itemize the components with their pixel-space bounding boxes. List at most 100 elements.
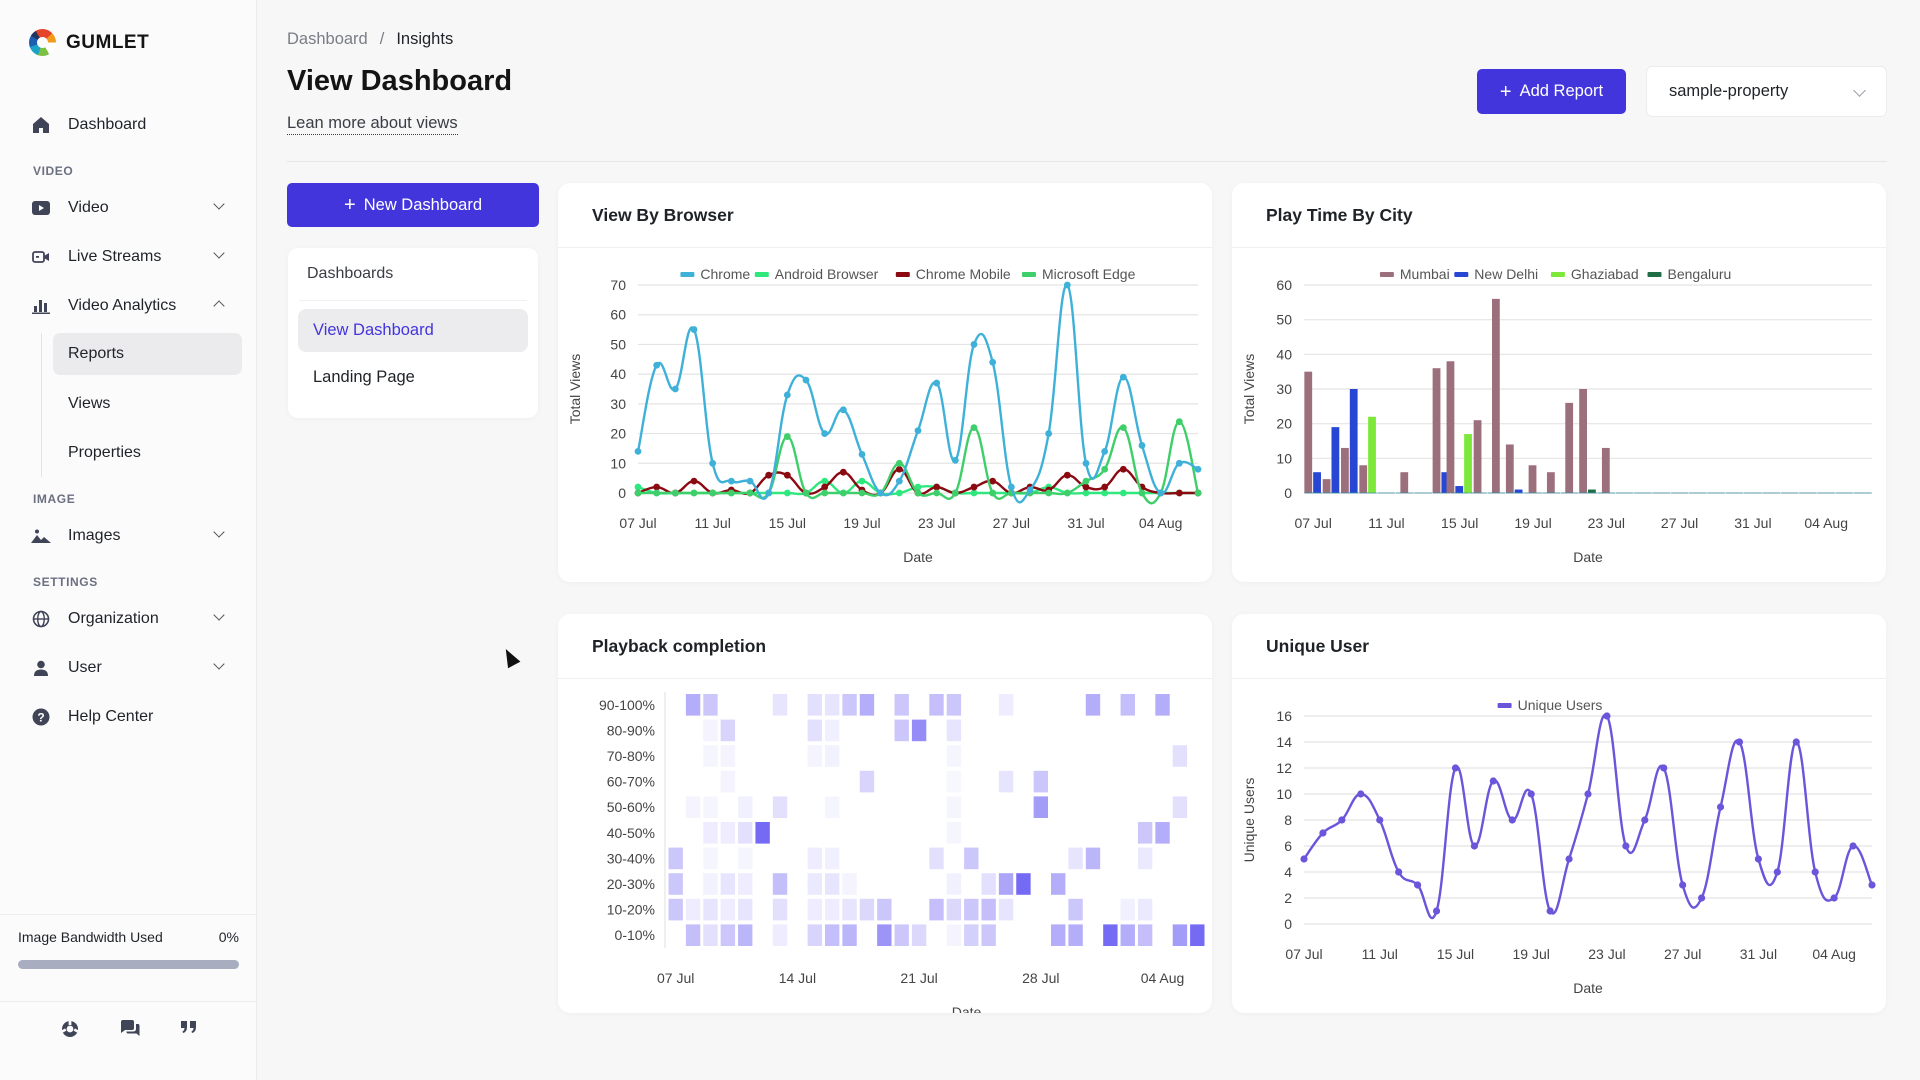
- data-point: [970, 489, 978, 497]
- support-icon[interactable]: [61, 1020, 79, 1043]
- data-point: [802, 376, 810, 384]
- y-tick-label: 10-20%: [607, 902, 655, 918]
- bar-chart-icon: [31, 296, 51, 316]
- video-play-icon: [31, 198, 51, 218]
- x-tick-label: 15 Jul: [1437, 946, 1474, 962]
- data-point: [933, 483, 941, 491]
- home-icon: [31, 115, 51, 135]
- sidebar-subitem-views[interactable]: Views: [42, 379, 257, 428]
- legend-label: Microsoft Edge: [1042, 266, 1136, 282]
- x-tick-label: 04 Aug: [1139, 515, 1183, 531]
- legend-label: Ghaziabad: [1571, 266, 1639, 282]
- heatmap-cell: [964, 924, 979, 946]
- heatmap-cell: [720, 745, 736, 767]
- heatmap-cell: [877, 924, 892, 946]
- data-point: [1119, 424, 1127, 432]
- y-tick-label: 50: [1276, 312, 1292, 328]
- data-point: [653, 361, 661, 369]
- bar-new-delhi: [1331, 427, 1340, 493]
- heatmap-cell: [946, 924, 962, 946]
- breadcrumb-insights: Insights: [396, 30, 454, 48]
- property-select[interactable]: sample-property: [1646, 66, 1887, 117]
- data-point: [1300, 855, 1308, 863]
- bar-mumbai: [1400, 472, 1409, 493]
- data-point: [1792, 738, 1800, 746]
- data-point: [802, 489, 810, 497]
- heatmap-cell: [946, 770, 962, 793]
- learn-more-link[interactable]: Lean more about views: [287, 114, 458, 135]
- x-axis-title: Date: [1573, 980, 1603, 996]
- sidebar-item-images[interactable]: Images: [0, 511, 257, 560]
- dashboard-item-landing-page[interactable]: Landing Page: [298, 356, 528, 399]
- dashboard-item-view-dashboard[interactable]: View Dashboard: [298, 309, 528, 352]
- x-tick-label: 23 Jul: [1588, 515, 1625, 531]
- data-point: [839, 406, 847, 414]
- sidebar-item-help-center[interactable]: ? Help Center: [0, 692, 257, 741]
- breadcrumb-dashboard[interactable]: Dashboard: [287, 30, 368, 49]
- heatmap-cell: [911, 719, 927, 742]
- sidebar-item-organization[interactable]: Organization: [0, 594, 257, 643]
- heatmap-cell: [842, 924, 857, 946]
- y-tick-label: 0: [1284, 485, 1292, 501]
- heatmap-cell: [824, 745, 840, 767]
- chevron-down-icon: [1853, 84, 1866, 97]
- legend-swatch: [1497, 703, 1512, 708]
- x-tick-label: 23 Jul: [1588, 946, 1625, 962]
- data-point: [858, 489, 866, 497]
- y-tick-label: 0: [1284, 916, 1292, 932]
- data-point: [839, 468, 847, 476]
- property-select-value: sample-property: [1669, 82, 1789, 100]
- data-point: [1082, 459, 1090, 467]
- heatmap-cell: [685, 924, 701, 946]
- new-dashboard-button[interactable]: + New Dashboard: [287, 183, 539, 227]
- data-point: [690, 489, 698, 497]
- legend-label: Chrome: [700, 266, 750, 282]
- sidebar-item-video-analytics[interactable]: Video Analytics: [0, 281, 257, 330]
- x-tick-label: 07 Jul: [1294, 515, 1331, 531]
- sidebar-item-user[interactable]: User: [0, 643, 257, 692]
- sidebar-item-label: Organization: [68, 609, 159, 627]
- image-icon: [31, 526, 51, 546]
- bar-new-delhi: [1455, 486, 1464, 493]
- data-point: [783, 433, 791, 440]
- sidebar-item-dashboard[interactable]: Dashboard: [0, 100, 257, 149]
- bar-mumbai: [1579, 389, 1587, 493]
- heatmap-cell: [859, 898, 875, 921]
- data-point: [895, 477, 903, 485]
- sidebar-item-label: Video Analytics: [68, 296, 177, 314]
- x-tick-label: 27 Jul: [1664, 946, 1701, 962]
- y-axis-title: Unique Users: [1241, 778, 1257, 863]
- sidebar-item-video[interactable]: Video: [0, 183, 257, 232]
- bar-new-delhi: [1349, 389, 1358, 493]
- sidebar-item-live-streams[interactable]: Live Streams: [0, 232, 257, 281]
- legend-label: Android Browser: [775, 266, 879, 282]
- sidebar-subitem-reports[interactable]: Reports: [53, 333, 242, 375]
- data-point: [1101, 448, 1109, 455]
- legend-swatch: [1647, 272, 1662, 277]
- add-report-label: Add Report: [1519, 82, 1604, 100]
- legend-swatch: [680, 272, 695, 277]
- y-tick-label: 20: [610, 426, 626, 442]
- data-point: [727, 477, 735, 485]
- heatmap-cell: [1137, 898, 1153, 921]
- logo[interactable]: GUMLET: [29, 29, 149, 56]
- x-axis-title: Date: [1573, 549, 1603, 565]
- quote-icon[interactable]: [180, 1020, 197, 1043]
- heatmap-cell: [894, 924, 909, 946]
- data-point: [914, 427, 922, 434]
- sidebar-footer: [0, 1020, 257, 1043]
- data-point: [1082, 483, 1090, 491]
- chat-icon[interactable]: [120, 1020, 140, 1043]
- data-point: [709, 489, 717, 497]
- data-point: [1045, 430, 1053, 437]
- data-point: [933, 379, 941, 387]
- sidebar-subitem-properties[interactable]: Properties: [42, 428, 257, 477]
- sidebar-item-label: Video: [68, 198, 109, 216]
- data-point: [821, 477, 829, 485]
- x-axis-title: Date: [903, 549, 933, 565]
- heatmap-cell: [1103, 924, 1118, 946]
- y-tick-label: 60-70%: [607, 774, 655, 790]
- add-report-button[interactable]: + Add Report: [1477, 69, 1626, 114]
- bandwidth-progress-bar: [18, 960, 239, 969]
- data-point: [727, 489, 735, 497]
